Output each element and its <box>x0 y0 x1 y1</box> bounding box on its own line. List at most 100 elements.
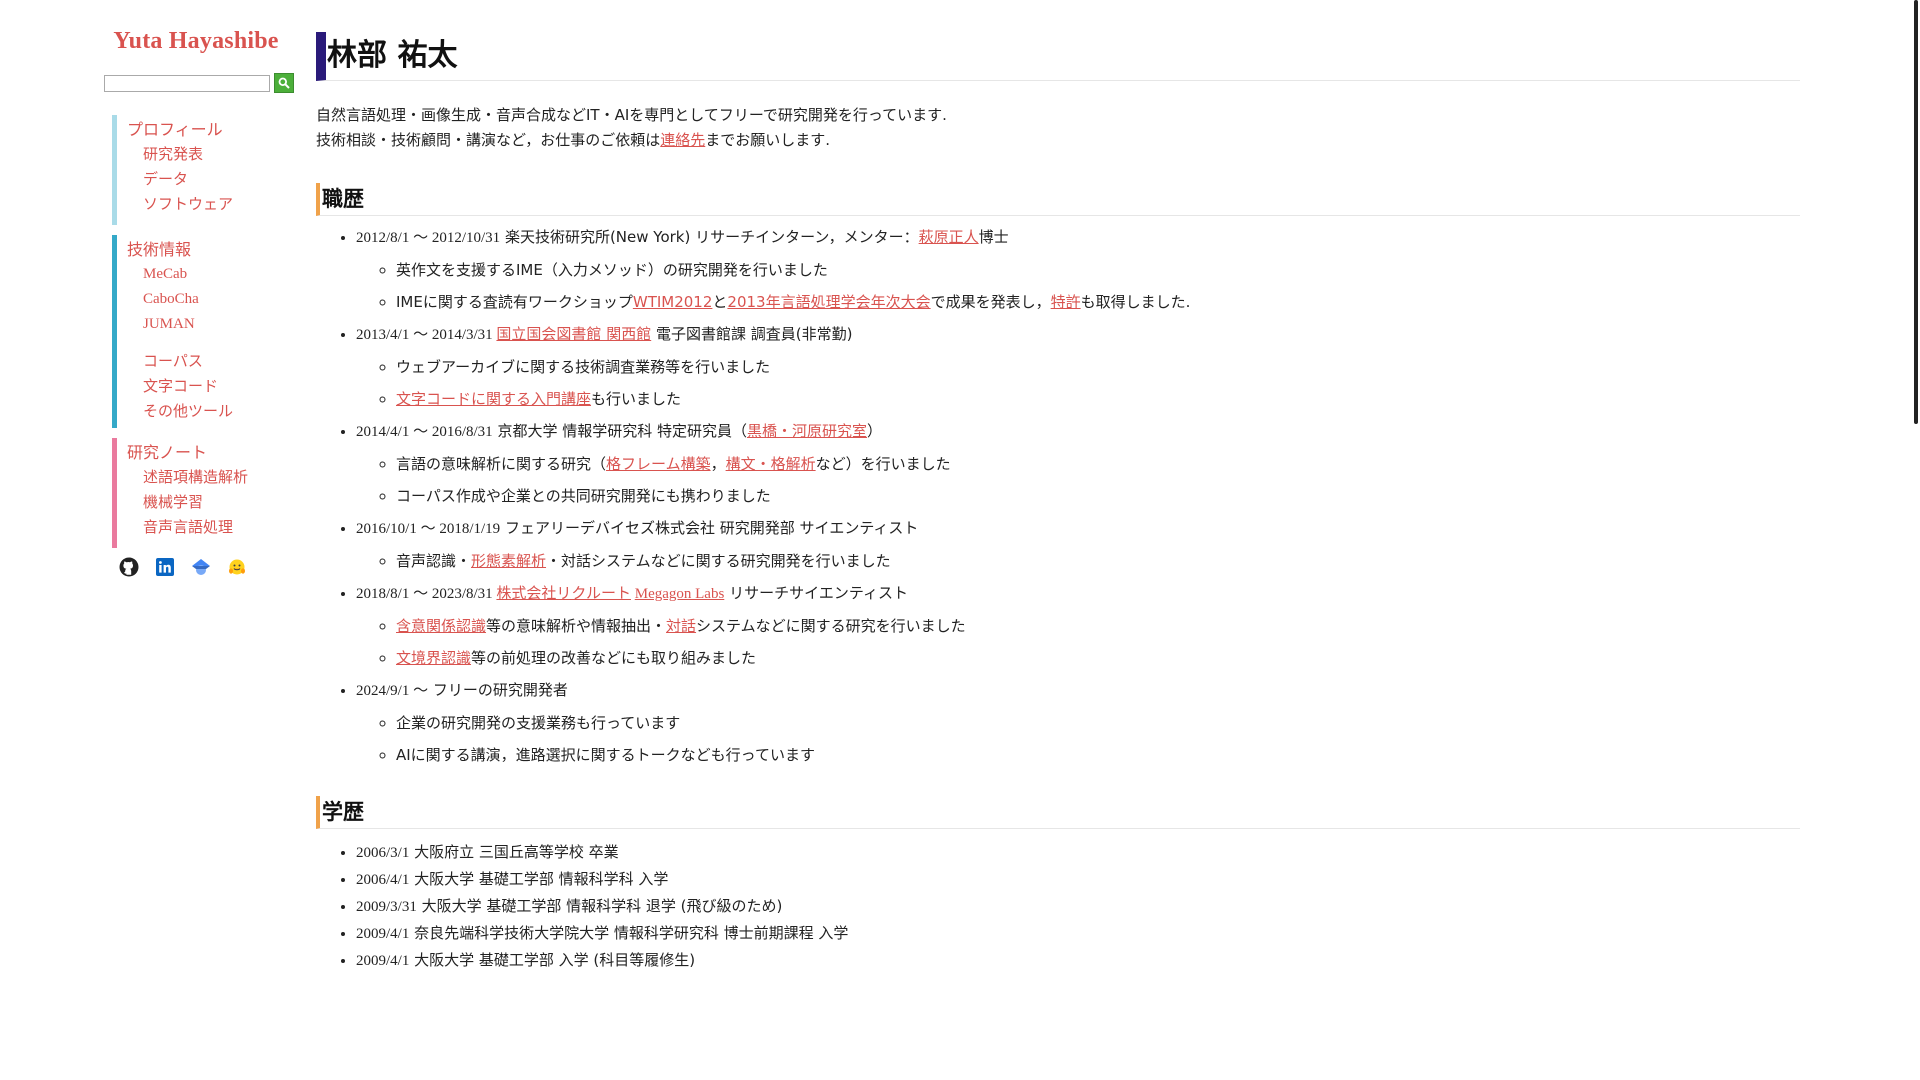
education-date: 2009/3/31 <box>356 899 417 915</box>
career-detail: 文字コードに関する入門講座も行いました <box>396 388 1800 410</box>
career-date: 2016/10/1 〜 2018/1/19 <box>356 521 501 537</box>
education-text: 大阪府立 三国丘高等学校 卒業 <box>409 843 619 861</box>
social-links <box>118 556 296 578</box>
nav-profile[interactable]: プロフィール <box>127 117 296 142</box>
nav-mecab[interactable]: MeCab <box>143 262 296 287</box>
intro-line-2: 技術相談・技術顧問・講演など，お仕事のご依頼は連絡先までお願いします. <box>316 128 1800 153</box>
detail-text: 言語の意味解析に関する研究（ <box>396 455 607 473</box>
detail-text: も取得しました. <box>1080 293 1191 311</box>
education-entry: 2009/3/31 大阪大学 基礎工学部 情報科学科 退学 (飛び級のため) <box>356 895 1800 918</box>
morphological-analysis-link[interactable]: 形態素解析 <box>471 552 546 570</box>
career-detail: 企業の研究開発の支援業務も行っています <box>396 712 1800 734</box>
career-date: 2012/8/1 〜 2012/10/31 <box>356 230 501 246</box>
page-title: 林部 祐太 <box>316 32 1800 81</box>
nav-research-presentations[interactable]: 研究発表 <box>143 142 296 167</box>
mentor-link[interactable]: 萩原正人 <box>919 228 979 246</box>
nav-character-code[interactable]: 文字コード <box>143 374 296 399</box>
github-icon[interactable] <box>118 556 140 578</box>
ndl-kansai-link[interactable]: 国立国会図書館 関西館 <box>496 325 651 343</box>
intro: 自然言語処理・画像生成・音声合成などIT・AIを専門としてフリーで研究開発を行っ… <box>316 103 1800 153</box>
google-scholar-icon[interactable] <box>190 556 212 578</box>
career-detail: 音声認識・形態素解析・対話システムなどに関する研究開発を行いました <box>396 550 1800 572</box>
nav-predicate-argument[interactable]: 述語項構造解析 <box>143 465 296 490</box>
career-text: ） <box>867 422 883 440</box>
career-detail: IMEに関する査読有ワークショップWTIM2012と2013年言語処理学会年次大… <box>396 291 1800 313</box>
education-date: 2009/4/1 <box>356 953 410 969</box>
nav-corpus[interactable]: コーパス <box>143 349 296 374</box>
intro-text: 技術相談・技術顧問・講演など，お仕事のご依頼は <box>316 131 661 149</box>
scrollbar-thumb[interactable] <box>1914 0 1918 424</box>
career-text: 博士 <box>978 228 1009 246</box>
patent-link[interactable]: 特許 <box>1051 293 1081 311</box>
career-text: フリーの研究開発者 <box>428 681 568 699</box>
detail-text: も行いました <box>591 390 682 408</box>
detail-text: ・対話システムなどに関する研究開発を行いました <box>546 552 891 570</box>
career-detail: 文境界認識等の前処理の改善などにも取り組みました <box>396 647 1800 669</box>
detail-text: IMEに関する査読有ワークショップ <box>396 293 633 311</box>
detail-text: など）を行いました <box>815 455 951 473</box>
nav-tech-info[interactable]: 技術情報 <box>127 237 296 262</box>
nav-machine-learning[interactable]: 機械学習 <box>143 490 296 515</box>
nav-speech-language[interactable]: 音声言語処理 <box>143 515 296 540</box>
dialogue-link[interactable]: 対話 <box>666 617 696 635</box>
education-text: 奈良先端科学技術大学院大学 情報科学研究科 博士前期課程 入学 <box>409 924 849 942</box>
nav-research-notes[interactable]: 研究ノート <box>127 440 296 465</box>
main-content: 林部 祐太 自然言語処理・画像生成・音声合成などIT・AIを専門としてフリーで研… <box>316 32 1800 976</box>
rte-link[interactable]: 含意関係認識 <box>396 617 486 635</box>
detail-text: と <box>712 293 728 311</box>
nav-group-research-notes: 研究ノート 述語項構造解析 機械学習 音声言語処理 <box>112 438 296 548</box>
search-input[interactable] <box>104 74 270 92</box>
nav-data[interactable]: データ <box>143 167 296 192</box>
megagon-labs-link[interactable]: Megagon Labs <box>635 586 725 602</box>
career-detail: 英作文を支援するIME（入力メソッド）の研究開発を行いました <box>396 259 1800 281</box>
detail-text: システムなどに関する研究を行いました <box>696 617 966 635</box>
contact-link[interactable]: 連絡先 <box>660 131 705 149</box>
nlp2013-link[interactable]: 2013年言語処理学会年次大会 <box>727 293 930 311</box>
career-entry: 2014/4/1 〜 2016/8/31 京都大学 情報学研究科 特定研究員（黒… <box>356 420 1800 507</box>
career-text: リサーチサイエンティスト <box>724 584 909 602</box>
sidebar: Yuta Hayashibe プロフィール 研究発表 データ ソフトウェア 技術… <box>96 28 296 578</box>
education-text: 大阪大学 基礎工学部 入学 (科目等履修生) <box>409 951 696 969</box>
nav-cabocha[interactable]: CaboCha <box>143 287 296 312</box>
career-heading: 職歴 <box>316 183 1800 216</box>
career-detail: ウェブアーカイブに関する技術調査業務等を行いました <box>396 356 1800 378</box>
site-title-link[interactable]: Yuta Hayashibe <box>96 28 296 55</box>
detail-text: 音声認識・ <box>396 552 472 570</box>
parsing-link[interactable]: 構文・格解析 <box>726 455 816 473</box>
career-detail: 含意関係認識等の意味解析や情報抽出・対話システムなどに関する研究を行いました <box>396 615 1800 637</box>
education-entry: 2009/4/1 奈良先端科学技術大学院大学 情報科学研究科 博士前期課程 入学 <box>356 922 1800 945</box>
search-icon <box>278 77 290 89</box>
career-date: 2024/9/1 〜 <box>356 683 429 699</box>
recruit-link[interactable]: 株式会社リクルート <box>496 584 631 602</box>
nav-other-tools[interactable]: その他ツール <box>143 399 296 424</box>
career-date: 2014/4/1 〜 2016/8/31 <box>356 424 493 440</box>
education-entry: 2009/4/1 大阪大学 基礎工学部 入学 (科目等履修生) <box>356 949 1800 972</box>
education-entry: 2006/3/1 大阪府立 三国丘高等学校 卒業 <box>356 841 1800 864</box>
nav-group-tech-info: 技術情報 MeCab CaboCha JUMAN コーパス 文字コード その他ツ… <box>112 235 296 428</box>
wtim2012-link[interactable]: WTIM2012 <box>633 293 713 311</box>
linkedin-icon[interactable] <box>154 556 176 578</box>
case-frame-link[interactable]: 格フレーム構築 <box>606 455 711 473</box>
career-detail: 言語の意味解析に関する研究（格フレーム構築，構文・格解析など）を行いました <box>396 453 1800 475</box>
career-entry: 2018/8/1 〜 2023/8/31 株式会社リクルート Megagon L… <box>356 582 1800 669</box>
nav-software[interactable]: ソフトウェア <box>143 192 296 217</box>
education-text: 大阪大学 基礎工学部 情報科学科 入学 <box>409 870 669 888</box>
detail-text: ， <box>710 455 726 473</box>
career-text: 京都大学 情報学研究科 特定研究員（ <box>492 422 747 440</box>
career-entry: 2013/4/1 〜 2014/3/31 国立国会図書館 関西館 電子図書館課 … <box>356 323 1800 410</box>
nav-juman[interactable]: JUMAN <box>143 312 296 337</box>
education-list: 2006/3/1 大阪府立 三国丘高等学校 卒業 2006/4/1 大阪大学 基… <box>316 841 1800 972</box>
intro-line-1: 自然言語処理・画像生成・音声合成などIT・AIを専門としてフリーで研究開発を行っ… <box>316 106 947 124</box>
education-text: 大阪大学 基礎工学部 情報科学科 退学 (飛び級のため) <box>416 897 783 915</box>
search-bar <box>96 73 296 93</box>
education-date: 2009/4/1 <box>356 926 410 942</box>
detail-text: 等の前処理の改善などにも取り組みました <box>471 649 757 667</box>
career-text: フェアリーデバイセズ株式会社 研究開発部 サイエンティスト <box>500 519 919 537</box>
kurohashi-lab-link[interactable]: 黒橋・河原研究室 <box>747 422 867 440</box>
huggingface-icon[interactable] <box>226 556 248 578</box>
search-button[interactable] <box>274 73 294 93</box>
career-entry: 2024/9/1 〜 フリーの研究開発者 企業の研究開発の支援業務も行っています… <box>356 679 1800 766</box>
character-code-course-link[interactable]: 文字コードに関する入門講座 <box>396 390 591 408</box>
education-date: 2006/4/1 <box>356 872 410 888</box>
sentence-boundary-link[interactable]: 文境界認識 <box>396 649 471 667</box>
